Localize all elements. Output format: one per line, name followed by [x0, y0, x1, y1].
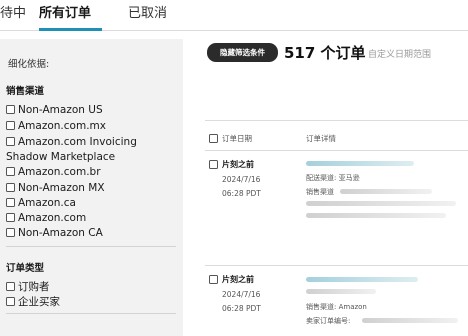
- active-tab-indicator: [39, 28, 102, 31]
- tab-pending[interactable]: 待中: [0, 5, 26, 23]
- checkbox[interactable]: [6, 137, 15, 146]
- redacted-order-id[interactable]: [306, 161, 414, 166]
- order-relative-time: 片刻之前: [222, 275, 254, 284]
- tab-cancelled[interactable]: 已取消: [128, 5, 167, 23]
- order-date: 2024/7/16: [222, 175, 261, 184]
- filter-label: Non-Amazon US: [18, 104, 103, 116]
- row-checkbox[interactable]: [209, 160, 218, 169]
- checkbox[interactable]: [6, 105, 15, 114]
- redacted-text: [340, 189, 432, 194]
- sales-channel-heading: 销售渠道: [6, 86, 45, 97]
- order-time: 06:28 PDT: [222, 304, 261, 313]
- filter-label: Amazon.com: [18, 212, 87, 224]
- select-all-checkbox[interactable]: [209, 134, 218, 143]
- table-top-rule: [205, 120, 468, 121]
- filter-label: 订购者: [18, 281, 50, 293]
- checkbox[interactable]: [6, 297, 15, 306]
- order-fulfillment-channel: 配送渠道: 亚马逊: [306, 174, 360, 182]
- refine-label: 细化依据:: [8, 59, 50, 70]
- order-sales-channel: 销售渠道: [306, 188, 334, 196]
- filter-option-orderer[interactable]: 订购者: [6, 280, 181, 295]
- order-time: 06:28 PDT: [222, 189, 261, 198]
- filter-option-amazon-ca[interactable]: Amazon.ca: [6, 196, 181, 211]
- column-header-order-date: 订单日期: [222, 134, 252, 143]
- filter-label: Amazon.ca: [18, 197, 76, 209]
- filter-label: 企业买家: [18, 296, 60, 308]
- checkbox[interactable]: [6, 183, 15, 192]
- filter-label: Amazon.com.mx: [18, 120, 106, 132]
- filter-option-invoicing-shadow[interactable]: Amazon.com Invoicing Shadow Marketplace: [6, 135, 181, 165]
- date-range-link[interactable]: 自定义日期范围: [368, 47, 431, 60]
- section-divider: [6, 313, 176, 314]
- filter-option-business-buyer[interactable]: 企业买家: [6, 295, 181, 310]
- filter-option-non-amazon-mx[interactable]: Non-Amazon MX: [6, 181, 181, 196]
- checkbox[interactable]: [6, 228, 15, 237]
- filter-label: Amazon.com.br: [18, 166, 101, 178]
- filter-option-non-amazon-ca[interactable]: Non-Amazon CA: [6, 226, 181, 241]
- row-checkbox[interactable]: [209, 275, 218, 284]
- filter-option-amazon-com-mx[interactable]: Amazon.com.mx: [6, 119, 181, 134]
- filter-label: Non-Amazon CA: [18, 227, 103, 239]
- filter-option-amazon-com[interactable]: Amazon.com: [6, 211, 181, 226]
- checkbox[interactable]: [6, 121, 15, 130]
- order-sales-channel: 销售渠道: Amazon: [306, 303, 367, 311]
- filter-label: Non-Amazon MX: [18, 182, 105, 194]
- filter-option-non-amazon-us[interactable]: Non-Amazon US: [6, 103, 181, 118]
- order-tabs: 待中 所有订单 已取消: [0, 0, 468, 31]
- tab-all-orders[interactable]: 所有订单: [39, 5, 91, 23]
- checkbox[interactable]: [6, 198, 15, 207]
- row-divider: [205, 265, 468, 266]
- redacted-text: [306, 213, 446, 218]
- redacted-text: [306, 289, 376, 294]
- filter-option-amazon-com-br[interactable]: Amazon.com.br: [6, 165, 181, 180]
- order-type-heading: 订单类型: [6, 263, 45, 274]
- order-count: 517 个订单: [284, 44, 366, 62]
- hide-filters-button[interactable]: 隐藏筛选条件: [207, 43, 278, 62]
- redacted-text: [362, 318, 458, 323]
- checkbox[interactable]: [6, 167, 15, 176]
- section-divider: [6, 246, 176, 247]
- order-relative-time: 片刻之前: [222, 160, 254, 169]
- redacted-order-id[interactable]: [306, 277, 418, 282]
- filter-label: Amazon.com Invoicing Shadow Marketplace: [6, 136, 137, 163]
- seller-order-number-label: 卖家订单编号:: [306, 317, 351, 325]
- checkbox[interactable]: [6, 213, 15, 222]
- checkbox[interactable]: [6, 282, 15, 291]
- table-header-rule: [205, 150, 468, 151]
- order-date: 2024/7/16: [222, 290, 261, 299]
- column-header-order-details: 订单详情: [306, 134, 336, 143]
- redacted-text: [306, 201, 456, 206]
- filter-sidebar: 细化依据: 销售渠道 Non-Amazon US Amazon.com.mx A…: [0, 39, 183, 336]
